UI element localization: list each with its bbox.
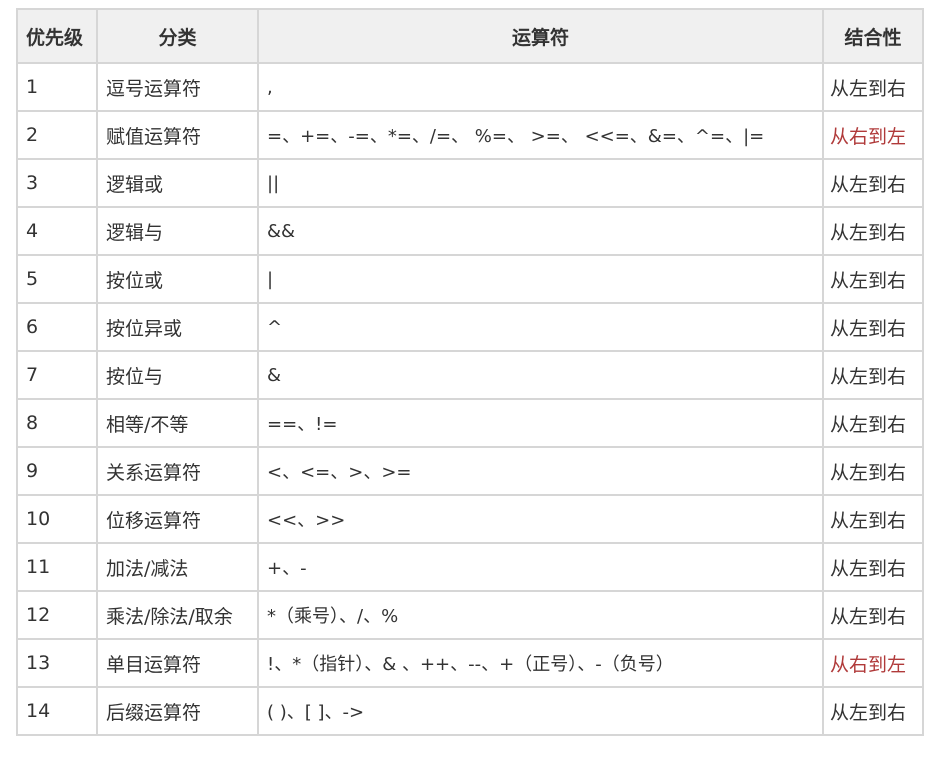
table-row: 5 按位或 | 从左到右 [16,254,924,304]
cell-category: 相等/不等 [96,398,259,448]
cell-priority: 12 [16,590,98,640]
table-body: 1 逗号运算符, 从左到右 2 赋值运算符 =、+=、-=、*=、/=、 %=、 >=、 … [16,62,924,736]
cell-category: 位移运算符 [96,494,259,544]
cell-priority: 11 [16,542,98,592]
cell-operators: ^ [257,302,824,352]
cell-category: 加法/减法 [96,542,259,592]
cell-operators: =、+=、-=、*=、/=、 %=、 >=、 <<=、&=、^=、|= [257,110,824,160]
table-row: 10 位移运算符 <<、>> 从左到右 [16,494,924,544]
cell-category: 单目运算符 [96,638,259,688]
cell-operators: ( )、[ ]、-> [257,686,824,736]
cell-priority: 14 [16,686,98,736]
cell-associativity: 从左到右 [822,350,924,400]
cell-category: 关系运算符 [96,446,259,496]
cell-operators: <<、>> [257,494,824,544]
cell-associativity: 从左到右 [822,302,924,352]
cell-operators: +、- [257,542,824,592]
cell-operators: & [257,350,824,400]
cell-associativity: 从左到右 [822,446,924,496]
cell-operators: | [257,254,824,304]
cell-associativity: 从左到右 [822,254,924,304]
cell-operators: <、<=、>、>= [257,446,824,496]
header-row: 优先级 分类 运算符 结合性 [16,8,924,64]
cell-operators: ==、!= [257,398,824,448]
operator-precedence-table: 优先级 分类 运算符 结合性 1 逗号运算符, 从左到右 2 赋值运算符 =、+=、-=、… [16,8,924,736]
cell-priority: 1 [16,62,98,112]
cell-operators: && [257,206,824,256]
cell-associativity: 从右到左 [822,110,924,160]
cell-priority: 7 [16,350,98,400]
cell-priority: 2 [16,110,98,160]
cell-associativity: 从左到右 [822,542,924,592]
cell-priority: 3 [16,158,98,208]
cell-associativity: 从左到右 [822,398,924,448]
cell-associativity: 从左到右 [822,590,924,640]
header-priority: 优先级 [16,8,98,64]
table-row: 2 赋值运算符 =、+=、-=、*=、/=、 %=、 >=、 <<=、&=、^=、|… [16,110,924,160]
cell-associativity: 从左到右 [822,686,924,736]
table-row: 12 乘法/除法/取余 *（乘号）、/、% 从左到右 [16,590,924,640]
cell-associativity: 从左到右 [822,158,924,208]
header-operators: 运算符 [257,8,824,64]
cell-category: 按位或 [96,254,259,304]
cell-category: 乘法/除法/取余 [96,590,259,640]
cell-category: 按位与 [96,350,259,400]
operator-precedence-table-container: 优先级 分类 运算符 结合性 1 逗号运算符, 从左到右 2 赋值运算符 =、+=、-=、… [16,8,924,736]
cell-priority: 10 [16,494,98,544]
cell-operators: , [257,62,824,112]
cell-category: 逗号运算符 [96,62,259,112]
cell-priority: 9 [16,446,98,496]
cell-operators: !、*（指针）、& 、++、--、+（正号）、-（负号） [257,638,824,688]
table-row: 3 逻辑或 || 从左到右 [16,158,924,208]
cell-category: 按位异或 [96,302,259,352]
table-row: 1 逗号运算符, 从左到右 [16,62,924,112]
header-category: 分类 [96,8,259,64]
cell-associativity: 从左到右 [822,206,924,256]
table-row: 9 关系运算符 <、<=、>、>= 从左到右 [16,446,924,496]
table-row: 13 单目运算符 !、*（指针）、& 、++、--、+（正号）、-（负号） 从右到左 [16,638,924,688]
cell-priority: 4 [16,206,98,256]
table-row: 4 逻辑与 && 从左到右 [16,206,924,256]
cell-priority: 8 [16,398,98,448]
cell-priority: 6 [16,302,98,352]
table-header: 优先级 分类 运算符 结合性 [16,8,924,64]
table-row: 6 按位异或 ^ 从左到右 [16,302,924,352]
cell-priority: 13 [16,638,98,688]
cell-priority: 5 [16,254,98,304]
table-row: 7 按位与 & 从左到右 [16,350,924,400]
cell-category: 后缀运算符 [96,686,259,736]
cell-operators: *（乘号）、/、% [257,590,824,640]
cell-operators: || [257,158,824,208]
cell-category: 逻辑与 [96,206,259,256]
cell-associativity: 从右到左 [822,638,924,688]
header-associativity: 结合性 [822,8,924,64]
cell-associativity: 从左到右 [822,62,924,112]
cell-associativity: 从左到右 [822,494,924,544]
table-row: 14 后缀运算符( )、[ ]、-> 从左到右 [16,686,924,736]
cell-category: 赋值运算符 [96,110,259,160]
table-row: 8 相等/不等 ==、!= 从左到右 [16,398,924,448]
cell-category: 逻辑或 [96,158,259,208]
table-row: 11 加法/减法 +、- 从左到右 [16,542,924,592]
